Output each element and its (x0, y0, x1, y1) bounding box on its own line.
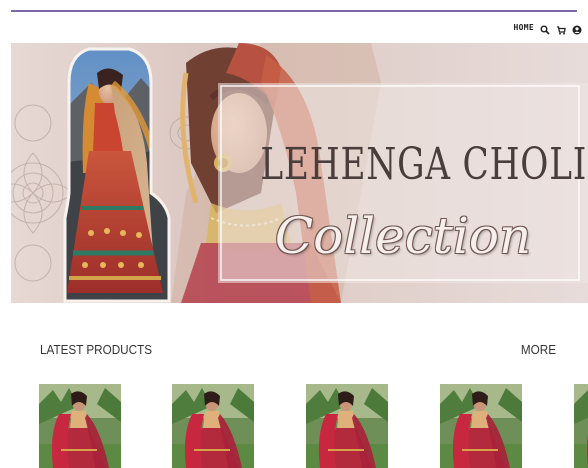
cart-icon[interactable] (556, 22, 566, 35)
product-image (574, 384, 588, 468)
more-link[interactable]: MORE (521, 342, 556, 357)
hero-banner[interactable]: LEHENGA CHOLI Collection (11, 43, 588, 303)
section-title: LATEST PRODUCTS (40, 342, 153, 357)
latest-products-header: LATEST PRODUCTS MORE (40, 342, 560, 362)
header-accent-line (11, 10, 577, 12)
user-icon[interactable] (572, 22, 582, 35)
product-card[interactable] (39, 384, 121, 468)
product-image (172, 384, 254, 468)
product-card[interactable] (172, 384, 254, 468)
product-image (306, 384, 388, 468)
product-card[interactable] (306, 384, 388, 468)
top-nav: HOME (514, 20, 582, 35)
product-grid (39, 384, 588, 468)
nav-home-link[interactable]: HOME (514, 23, 534, 32)
product-card[interactable] (440, 384, 522, 468)
search-icon[interactable] (540, 22, 550, 35)
product-image (440, 384, 522, 468)
product-image (39, 384, 121, 468)
banner-caption: LEHENGA CHOLI Collection (218, 83, 588, 283)
product-card[interactable] (574, 384, 588, 468)
banner-subtitle: Collection (274, 207, 532, 265)
banner-title: LEHENGA CHOLI (260, 139, 588, 190)
